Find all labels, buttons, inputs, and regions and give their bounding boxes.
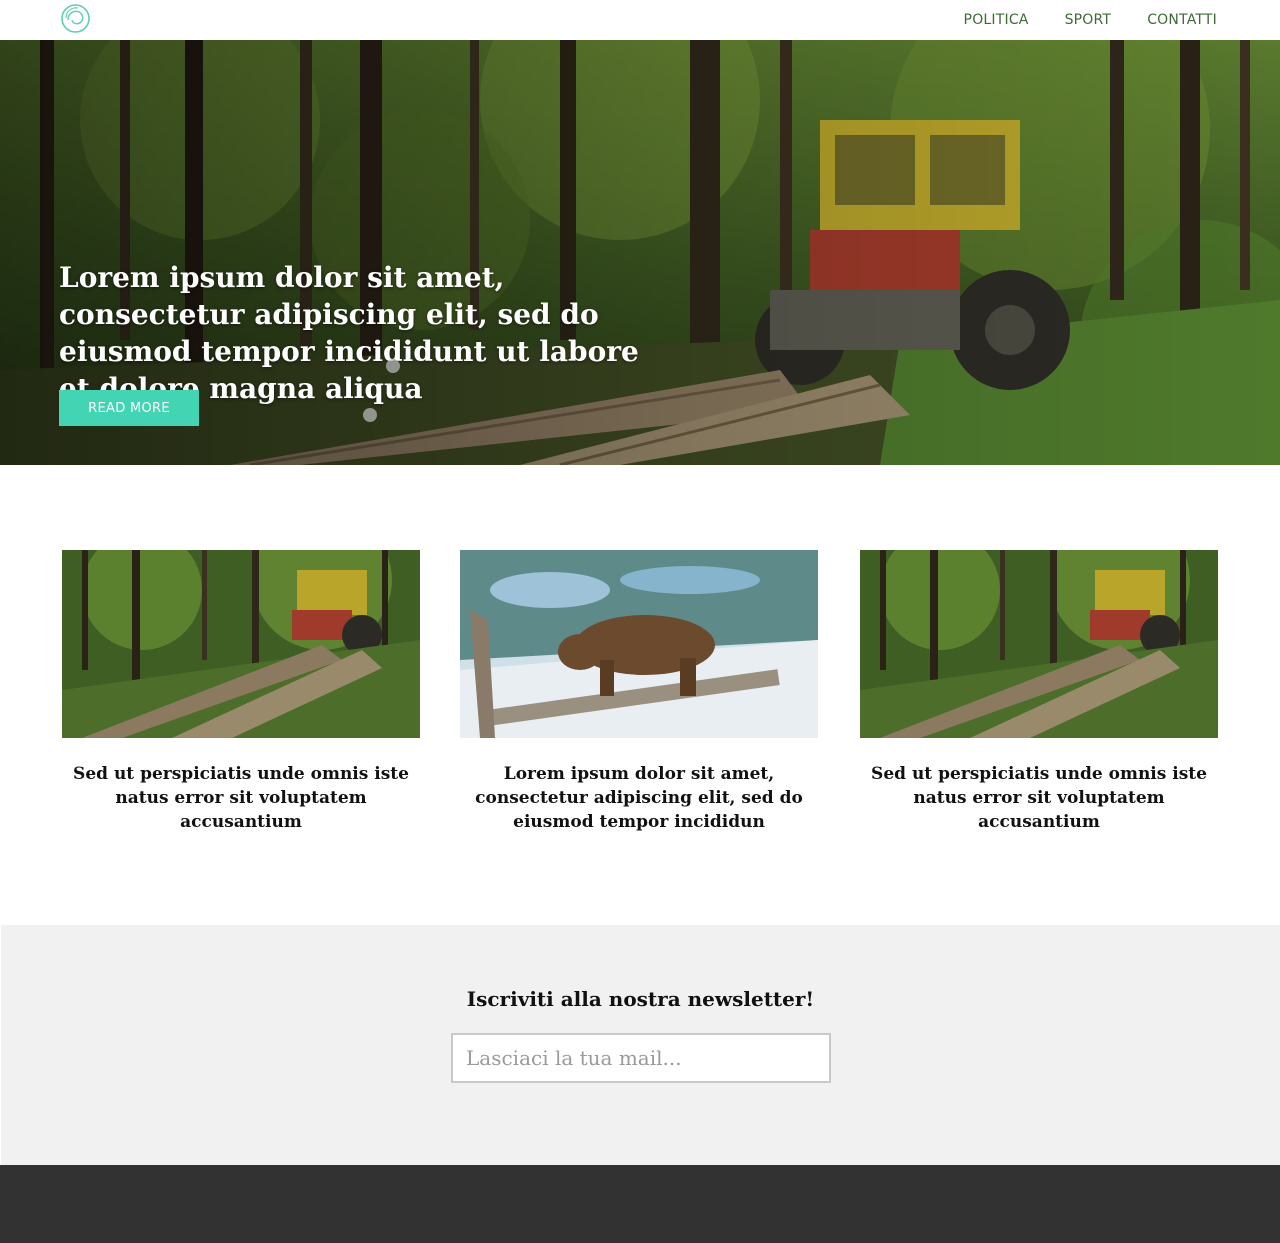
card-title[interactable]: Sed ut perspiciatis unde omnis iste natu… (860, 762, 1218, 834)
article-card[interactable]: Sed ut perspiciatis unde omnis iste natu… (860, 550, 1218, 834)
read-more-button[interactable]: READ MORE (59, 390, 199, 426)
newsletter-title: Iscriviti alla nostra newsletter! (466, 987, 815, 1011)
nav-item-contatti[interactable]: CONTATTI (1147, 12, 1217, 28)
carousel-dot[interactable] (386, 359, 400, 373)
article-card[interactable]: Sed ut perspiciatis unde omnis iste natu… (62, 550, 420, 834)
card-title[interactable]: Sed ut perspiciatis unde omnis iste natu… (62, 762, 420, 834)
card-image-bear[interactable] (460, 550, 818, 738)
main-nav: POLITICA SPORT CONTATTI (964, 0, 1217, 40)
card-image-forest[interactable] (860, 550, 1218, 738)
nav-item-politica[interactable]: POLITICA (964, 12, 1029, 28)
card-image-forest[interactable] (62, 550, 420, 738)
hero-banner: Lorem ipsum dolor sit amet, consectetur … (0, 40, 1280, 465)
card-title[interactable]: Lorem ipsum dolor sit amet, consectetur … (460, 762, 818, 834)
email-field[interactable] (451, 1033, 831, 1083)
site-footer (0, 1165, 1280, 1243)
hero-title: Lorem ipsum dolor sit amet, consectetur … (59, 261, 639, 405)
article-cards: Sed ut perspiciatis unde omnis iste natu… (0, 550, 1280, 850)
site-header: POLITICA SPORT CONTATTI (0, 0, 1280, 40)
newsletter-section: Iscriviti alla nostra newsletter! (1, 925, 1280, 1165)
logo-icon[interactable] (60, 3, 91, 34)
article-card[interactable]: Lorem ipsum dolor sit amet, consectetur … (460, 550, 818, 834)
carousel-dot[interactable] (363, 408, 377, 422)
nav-item-sport[interactable]: SPORT (1065, 12, 1112, 28)
